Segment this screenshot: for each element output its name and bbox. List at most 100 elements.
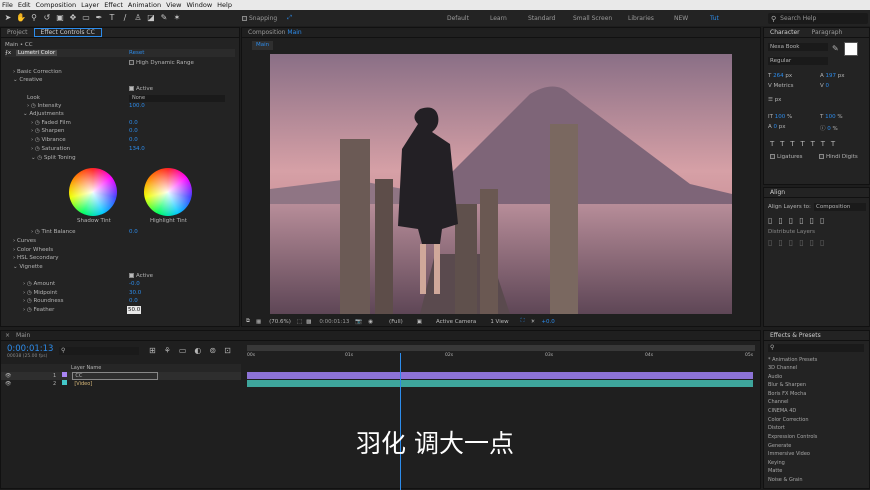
vertical-scale-field[interactable]: IT 100 % — [768, 114, 792, 120]
menu-window[interactable]: Window — [187, 1, 213, 9]
3d-renderer-icon[interactable]: ⛶ — [521, 318, 525, 325]
rectangle-tool-icon[interactable]: ▭ — [81, 13, 91, 23]
clone-stamp-tool-icon[interactable]: ♙ — [133, 13, 143, 23]
effects-item[interactable]: Distort — [768, 424, 785, 432]
font-style-dropdown[interactable]: Regular — [768, 57, 828, 65]
text-style-buttons[interactable]: TTTTTTT — [770, 140, 841, 148]
hindi-digits-checkbox[interactable] — [819, 154, 824, 159]
menu-composition[interactable]: Composition — [35, 1, 76, 9]
workspace-default[interactable]: Default — [447, 15, 469, 22]
workspace-small-screen[interactable]: Small Screen — [573, 15, 612, 22]
hsl-section[interactable]: › HSL Secondary — [13, 254, 59, 262]
creative-section[interactable]: ⌄ Creative — [13, 76, 42, 84]
selection-tool-icon[interactable]: ➤ — [3, 13, 13, 23]
curves-section[interactable]: › Curves — [13, 237, 36, 245]
vibrance-value[interactable]: 0.0 — [129, 136, 138, 144]
camera-tool-icon[interactable]: ▣ — [55, 13, 65, 23]
highlight-tint-wheel[interactable] — [144, 168, 192, 216]
midpoint-value[interactable]: 30.0 — [129, 289, 141, 297]
brush-tool-icon[interactable]: ∕ — [120, 13, 130, 23]
reset-exposure-icon[interactable]: ☀ — [530, 319, 535, 325]
tab-character[interactable]: Character — [764, 29, 806, 36]
snapping-checkbox[interactable] — [242, 15, 247, 21]
font-size-field[interactable]: T 264 px — [768, 73, 792, 79]
layer-row-video[interactable]: 👁 2 [Video] — [1, 380, 241, 388]
ligatures-checkbox[interactable] — [770, 154, 775, 159]
align-to-dropdown[interactable]: Composition — [814, 203, 866, 211]
color-wheels-section[interactable]: › Color Wheels — [13, 246, 53, 254]
creative-active[interactable]: Active — [129, 85, 153, 93]
horizontal-scale-field[interactable]: T 100 % — [820, 114, 843, 120]
visibility-icon[interactable]: 👁 — [5, 381, 11, 387]
resolution-dropdown[interactable]: (Full) — [389, 319, 403, 325]
tracking-field[interactable]: V 0 — [820, 83, 829, 89]
search-help-field[interactable]: ⚲ Search Help — [768, 13, 868, 24]
sharpen-value[interactable]: 0.0 — [129, 127, 138, 135]
exposure-value[interactable]: +0.0 — [541, 319, 554, 325]
menu-effect[interactable]: Effect — [104, 1, 123, 9]
hand-tool-icon[interactable]: ✋ — [16, 13, 26, 23]
snapping-toggle[interactable]: Snapping ⤢ — [242, 14, 292, 22]
effects-item[interactable]: CINEMA 4D — [768, 407, 796, 415]
amount-value[interactable]: -0.0 — [129, 280, 140, 288]
layer-name-cc[interactable]: CC — [72, 372, 159, 380]
distribute-buttons[interactable]: ▯▯▯▯▯▯ — [768, 238, 830, 247]
creative-active-checkbox[interactable] — [129, 86, 134, 91]
tint-balance-value[interactable]: 0.0 — [129, 228, 138, 236]
current-time[interactable]: 0:00:01:13 — [319, 319, 349, 325]
pen-tool-icon[interactable]: ✒ — [94, 13, 104, 23]
workspace-new[interactable]: NEW — [674, 15, 688, 22]
effects-item[interactable]: Color Correction — [768, 416, 809, 424]
roundness-value[interactable]: 0.0 — [129, 297, 138, 305]
adjustments-section[interactable]: ⌄ Adjustments — [23, 110, 64, 118]
zoom-dropdown[interactable]: (70.6%) — [269, 319, 291, 325]
eyedropper-icon[interactable]: ✎ — [832, 44, 839, 53]
reset-button[interactable]: Reset — [129, 49, 144, 57]
camera-dropdown[interactable]: Active Camera — [436, 319, 476, 325]
layer-color-label[interactable] — [61, 372, 67, 377]
tab-align[interactable]: Align — [764, 189, 791, 196]
vignette-active-checkbox[interactable] — [129, 273, 134, 278]
close-icon[interactable]: × — [1, 332, 10, 339]
hdr-option[interactable]: High Dynamic Range — [129, 59, 194, 67]
tab-effects-presets[interactable]: Effects & Presets — [764, 332, 827, 339]
layer-name-video[interactable]: [Video] — [74, 381, 92, 387]
fill-color-swatch[interactable] — [844, 42, 858, 56]
tab-timeline-main[interactable]: Main — [10, 332, 36, 339]
eraser-tool-icon[interactable]: ◪ — [146, 13, 156, 23]
intensity-value[interactable]: 100.0 — [129, 102, 145, 110]
split-toning-section[interactable]: ⌄ ◷ Split Toning — [31, 154, 76, 162]
align-buttons[interactable]: ▯▯▯▯▯▯ — [768, 216, 830, 225]
grid-icon[interactable]: ▦ — [256, 319, 261, 325]
stroke-width-field[interactable]: ☰ px — [768, 97, 781, 103]
saturation-value[interactable]: 134.0 — [129, 145, 145, 153]
effects-search[interactable]: ⚲ — [768, 344, 864, 352]
composition-breadcrumb[interactable]: Main — [252, 41, 274, 50]
menu-edit[interactable]: Edit — [18, 1, 31, 9]
rotate-tool-icon[interactable]: ↺ — [42, 13, 52, 23]
layer-bar-video[interactable] — [247, 380, 753, 387]
transparency-icon[interactable]: ▩ — [306, 319, 311, 325]
effects-item[interactable]: Expression Controls — [768, 433, 817, 441]
baseline-shift-field[interactable]: A 0 px — [768, 124, 786, 130]
fast-previews-icon[interactable]: ▣ — [417, 319, 422, 325]
tsume-field[interactable]: ⓘ 0 % — [820, 124, 838, 132]
kerning-field[interactable]: V Metrics — [768, 83, 793, 89]
magnification-icon[interactable]: ⧉ — [246, 318, 250, 325]
ligatures-option[interactable]: Ligatures — [770, 154, 803, 160]
faded-film-value[interactable]: 0.0 — [129, 119, 138, 127]
region-icon[interactable]: ⬚ — [297, 319, 302, 325]
shadow-tint-wheel[interactable] — [69, 168, 117, 216]
effects-item[interactable]: Immersive Video — [768, 450, 810, 458]
workspace-standard[interactable]: Standard — [528, 15, 555, 22]
effects-item[interactable]: Audio — [768, 373, 782, 381]
tab-composition[interactable]: Composition Main — [242, 29, 308, 36]
font-family-dropdown[interactable]: Nexa Book — [768, 43, 828, 51]
timeline-switches[interactable]: ⊞⚘▭◐⊚⊡ — [149, 346, 239, 355]
timeline-search[interactable]: ⚲ — [59, 347, 139, 355]
zoom-tool-icon[interactable]: ⚲ — [29, 13, 39, 23]
snapshot-icon[interactable]: 📷 — [355, 319, 362, 325]
tab-project[interactable]: Project — [1, 29, 34, 36]
layer-color-label[interactable] — [61, 380, 67, 385]
type-tool-icon[interactable]: T — [107, 13, 117, 23]
